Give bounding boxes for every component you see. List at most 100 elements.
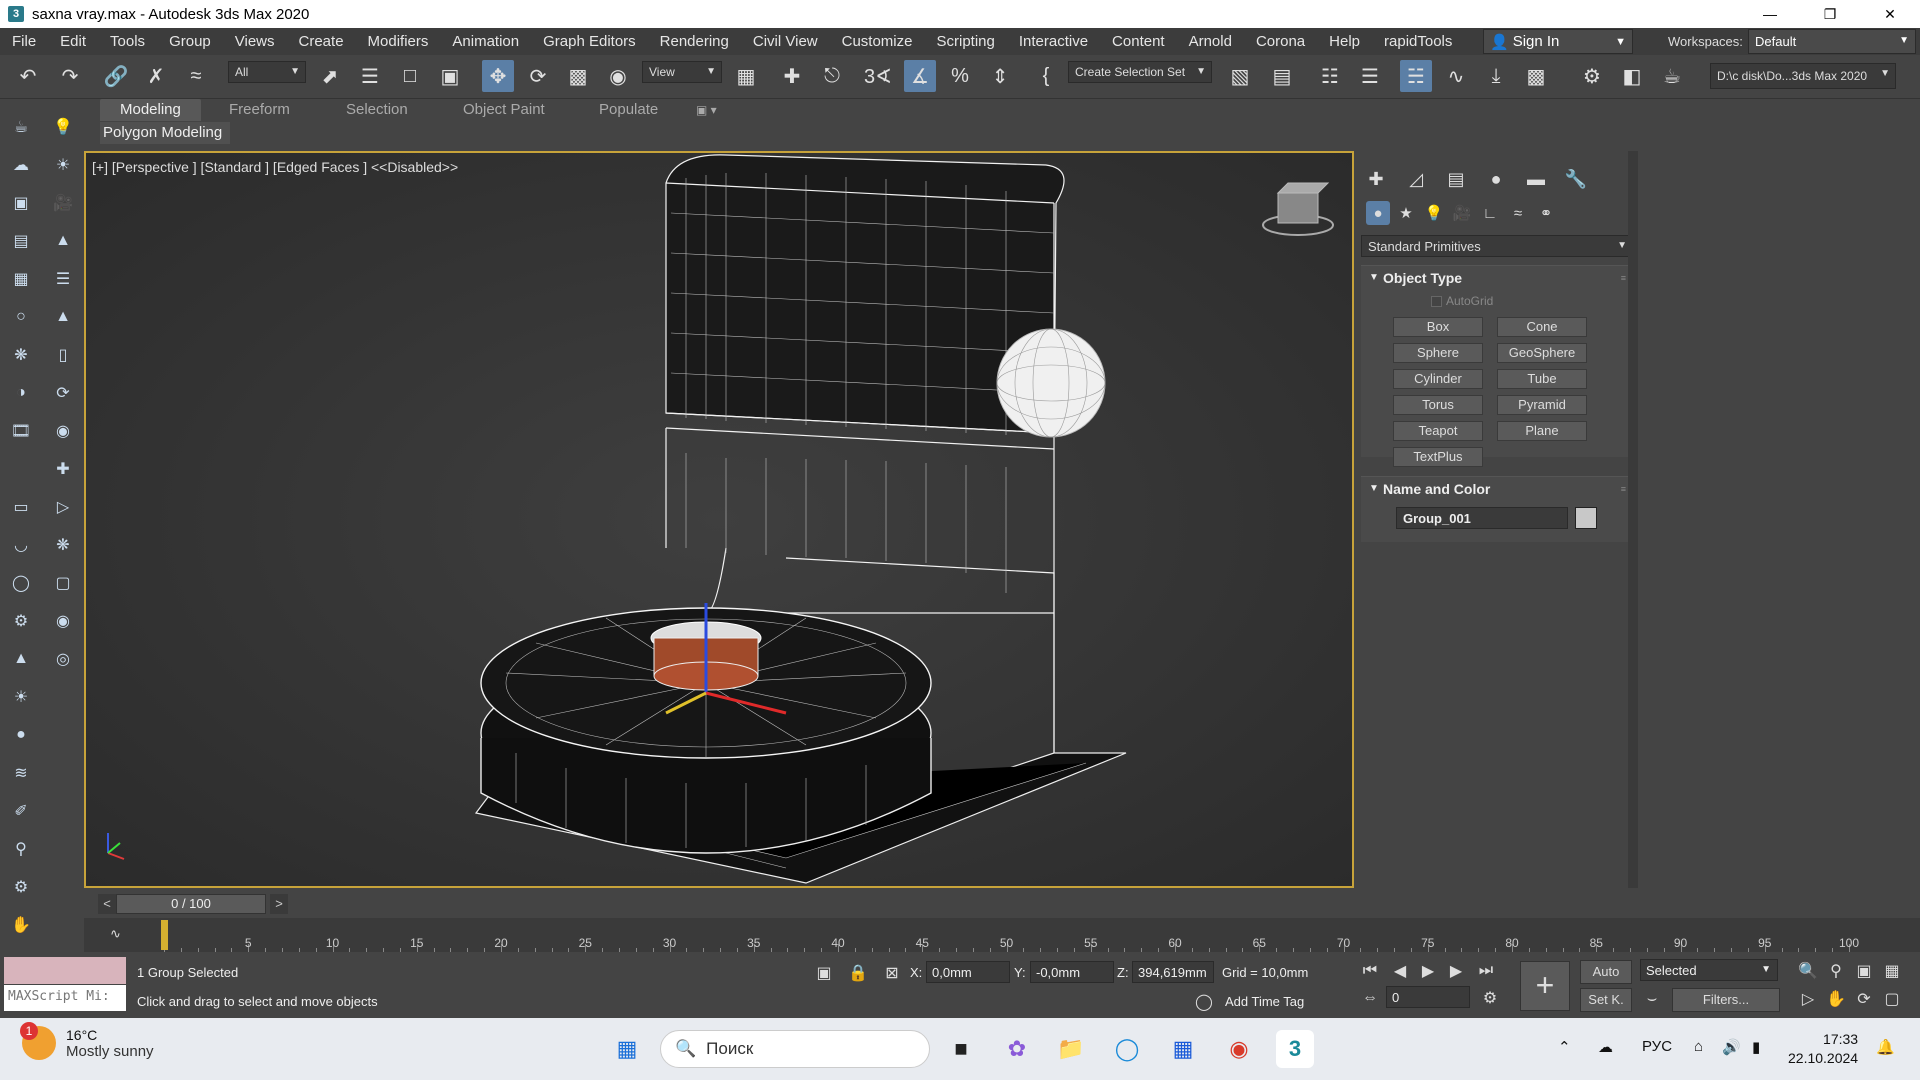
tab-modeling[interactable]: Modeling [100, 99, 201, 121]
maxscript-listener-input[interactable]: MAXScript Mi: [4, 985, 126, 1011]
tree-icon[interactable]: ▲ [50, 228, 76, 254]
y-coordinate-field[interactable]: -0,0mm [1030, 961, 1114, 983]
object-name-field[interactable]: Group_001 [1396, 507, 1568, 529]
object-color-swatch[interactable] [1575, 507, 1597, 529]
select-by-name-icon[interactable]: ☰ [354, 60, 386, 92]
modify-tab-icon[interactable]: ◿ [1402, 165, 1430, 193]
menu-content[interactable]: Content [1100, 33, 1177, 50]
scene-explorer-icon[interactable]: ☵ [1400, 60, 1432, 92]
bottle-icon[interactable]: ▯ [50, 342, 76, 368]
z-coordinate-field[interactable]: 394,619mm [1132, 961, 1214, 983]
menu-create[interactable]: Create [287, 33, 356, 50]
mirror-icon[interactable]: ▧ [1224, 60, 1256, 92]
name-and-color-header[interactable]: ▼ Name and Color ≡ [1361, 477, 1636, 501]
selection-filter-dropdown[interactable]: All ▼ [228, 61, 306, 83]
3ds-max-taskbar-icon[interactable]: 3 [1276, 1030, 1314, 1068]
toggle-ribbon-icon[interactable]: ☰ [1354, 60, 1386, 92]
task-view-icon[interactable]: ■ [942, 1030, 980, 1068]
maximize-viewport-icon[interactable]: ▢ [1880, 987, 1904, 1011]
timeline-ruler[interactable]: ∿ 5 10 15 20 25 30 35 40 45 50 55 60 65 70 75 80 85 90 95 1… [84, 918, 1920, 952]
menu-modifiers[interactable]: Modifiers [356, 33, 441, 50]
zoom-extents-icon[interactable]: ▣ [1852, 959, 1876, 983]
rendered-frame-icon[interactable]: ◧ [1616, 60, 1648, 92]
rotate-icon[interactable]: ⟳ [522, 60, 554, 92]
menu-group[interactable]: Group [157, 33, 223, 50]
time-slider-thumb[interactable]: 0 / 100 [116, 894, 266, 914]
teapot-icon[interactable]: ☕ [8, 114, 34, 140]
keyboard-shortcut-icon[interactable]: ⎋ [816, 60, 848, 92]
hand-icon[interactable]: ✋ [8, 912, 34, 938]
menu-arnold[interactable]: Arnold [1177, 33, 1244, 50]
key-mode-icon[interactable]: ⚙ [1478, 986, 1502, 1010]
wifi-icon[interactable]: ⌂ [1694, 1038, 1703, 1055]
schematic-view-icon[interactable]: ▩ [1520, 60, 1552, 92]
menu-civil-view[interactable]: Civil View [741, 33, 830, 50]
chrome-icon[interactable]: ◉ [1220, 1030, 1258, 1068]
menu-rendering[interactable]: Rendering [648, 33, 741, 50]
edge-browser-icon[interactable]: ◯ [1108, 1030, 1146, 1068]
menu-views[interactable]: Views [223, 33, 287, 50]
render-setup-icon[interactable]: ⚙ [1576, 60, 1608, 92]
render-window-icon[interactable]: ▷ [50, 494, 76, 520]
grid-icon[interactable]: ▦ [8, 266, 34, 292]
circle-icon[interactable]: ◯ [8, 570, 34, 596]
select-object-icon[interactable]: ⬈ [314, 60, 346, 92]
add-time-tag[interactable]: Add Time Tag [1225, 994, 1304, 1009]
gear-icon[interactable]: ⚙ [8, 608, 34, 634]
textplus-button[interactable]: TextPlus [1393, 447, 1483, 467]
unlink-icon[interactable]: ✗ [140, 60, 172, 92]
edit-named-selection-icon[interactable]: { [1030, 60, 1062, 92]
menu-help[interactable]: Help [1317, 33, 1372, 50]
file-explorer-icon[interactable]: 📁 [1052, 1030, 1090, 1068]
ribbon-panel-polygon-modeling[interactable]: Polygon Modeling [100, 122, 230, 144]
previous-frame-arrow[interactable]: < [98, 894, 116, 914]
microsoft-store-icon[interactable]: ▦ [1164, 1030, 1202, 1068]
utilities-tab-icon[interactable]: 🔧 [1562, 165, 1590, 193]
workspace-select[interactable]: Default ▼ [1748, 29, 1916, 54]
geosphere-button[interactable]: GeoSphere [1497, 343, 1587, 363]
settings-icon[interactable]: ⚙ [8, 874, 34, 900]
layer-explorer-icon[interactable]: ☷ [1314, 60, 1346, 92]
spacewarps-icon[interactable]: ≈ [1506, 201, 1530, 225]
bind-spacewarp-icon[interactable]: ≈ [180, 60, 212, 92]
ball-icon[interactable]: ● [8, 722, 34, 748]
time-slider[interactable]: < 0 / 100 > [84, 893, 1354, 915]
teapot-button[interactable]: Teapot [1393, 421, 1483, 441]
camera-icon[interactable]: 🎥 [50, 190, 76, 216]
menu-corona[interactable]: Corona [1244, 33, 1317, 50]
zoom-all-icon[interactable]: ⚲ [1824, 959, 1848, 983]
geometry-category-dropdown[interactable]: Standard Primitives ▼ [1361, 235, 1636, 257]
cone-button[interactable]: Cone [1497, 317, 1587, 337]
plane-button[interactable]: Plane [1497, 421, 1587, 441]
absolute-mode-icon[interactable]: ⊠ [880, 961, 904, 985]
taskbar-search[interactable]: 🔍 Поиск [660, 1030, 930, 1068]
helpers-icon[interactable]: ∟ [1478, 201, 1502, 225]
pyramid-button[interactable]: Pyramid [1497, 395, 1587, 415]
lightbulb-icon[interactable]: ○ [8, 304, 34, 330]
copilot-icon[interactable]: ✿ [998, 1030, 1036, 1068]
tube-button[interactable]: Tube [1497, 369, 1587, 389]
tab-object-paint[interactable]: Object Paint [463, 99, 545, 121]
perspective-viewport[interactable]: [+] [Perspective ] [Standard ] [Edged Fa… [84, 151, 1354, 888]
pan-hand-icon[interactable]: ✋ [1824, 987, 1848, 1011]
go-to-end-icon[interactable]: ⏭ [1474, 959, 1498, 983]
dope-sheet-icon[interactable]: ⤓ [1480, 60, 1512, 92]
set-key-button[interactable]: Set K. [1580, 988, 1632, 1012]
rectangular-selection-icon[interactable]: □ [394, 60, 426, 92]
reference-coordinate-dropdown[interactable]: View ▼ [642, 61, 722, 83]
time-tag-icon[interactable]: ◯ [1192, 990, 1216, 1014]
lights-icon[interactable]: 💡 [1422, 201, 1446, 225]
tab-selection[interactable]: Selection [346, 99, 408, 121]
frame-icon[interactable]: ▢ [50, 570, 76, 596]
image-icon[interactable]: ▣ [8, 190, 34, 216]
percent-snap-icon[interactable]: % [944, 60, 976, 92]
paint-icon[interactable]: ✐ [8, 798, 34, 824]
network-icon[interactable]: ⚲ [8, 836, 34, 862]
next-frame-arrow[interactable]: > [270, 894, 288, 914]
language-indicator[interactable]: РУС [1642, 1038, 1672, 1055]
windows-start-icon[interactable]: ▦ [608, 1030, 646, 1068]
set-key-big-button[interactable]: + [1520, 961, 1570, 1011]
display-tab-icon[interactable]: ▬ [1522, 165, 1550, 193]
menu-scripting[interactable]: Scripting [924, 33, 1006, 50]
scale-icon[interactable]: ▩ [562, 60, 594, 92]
